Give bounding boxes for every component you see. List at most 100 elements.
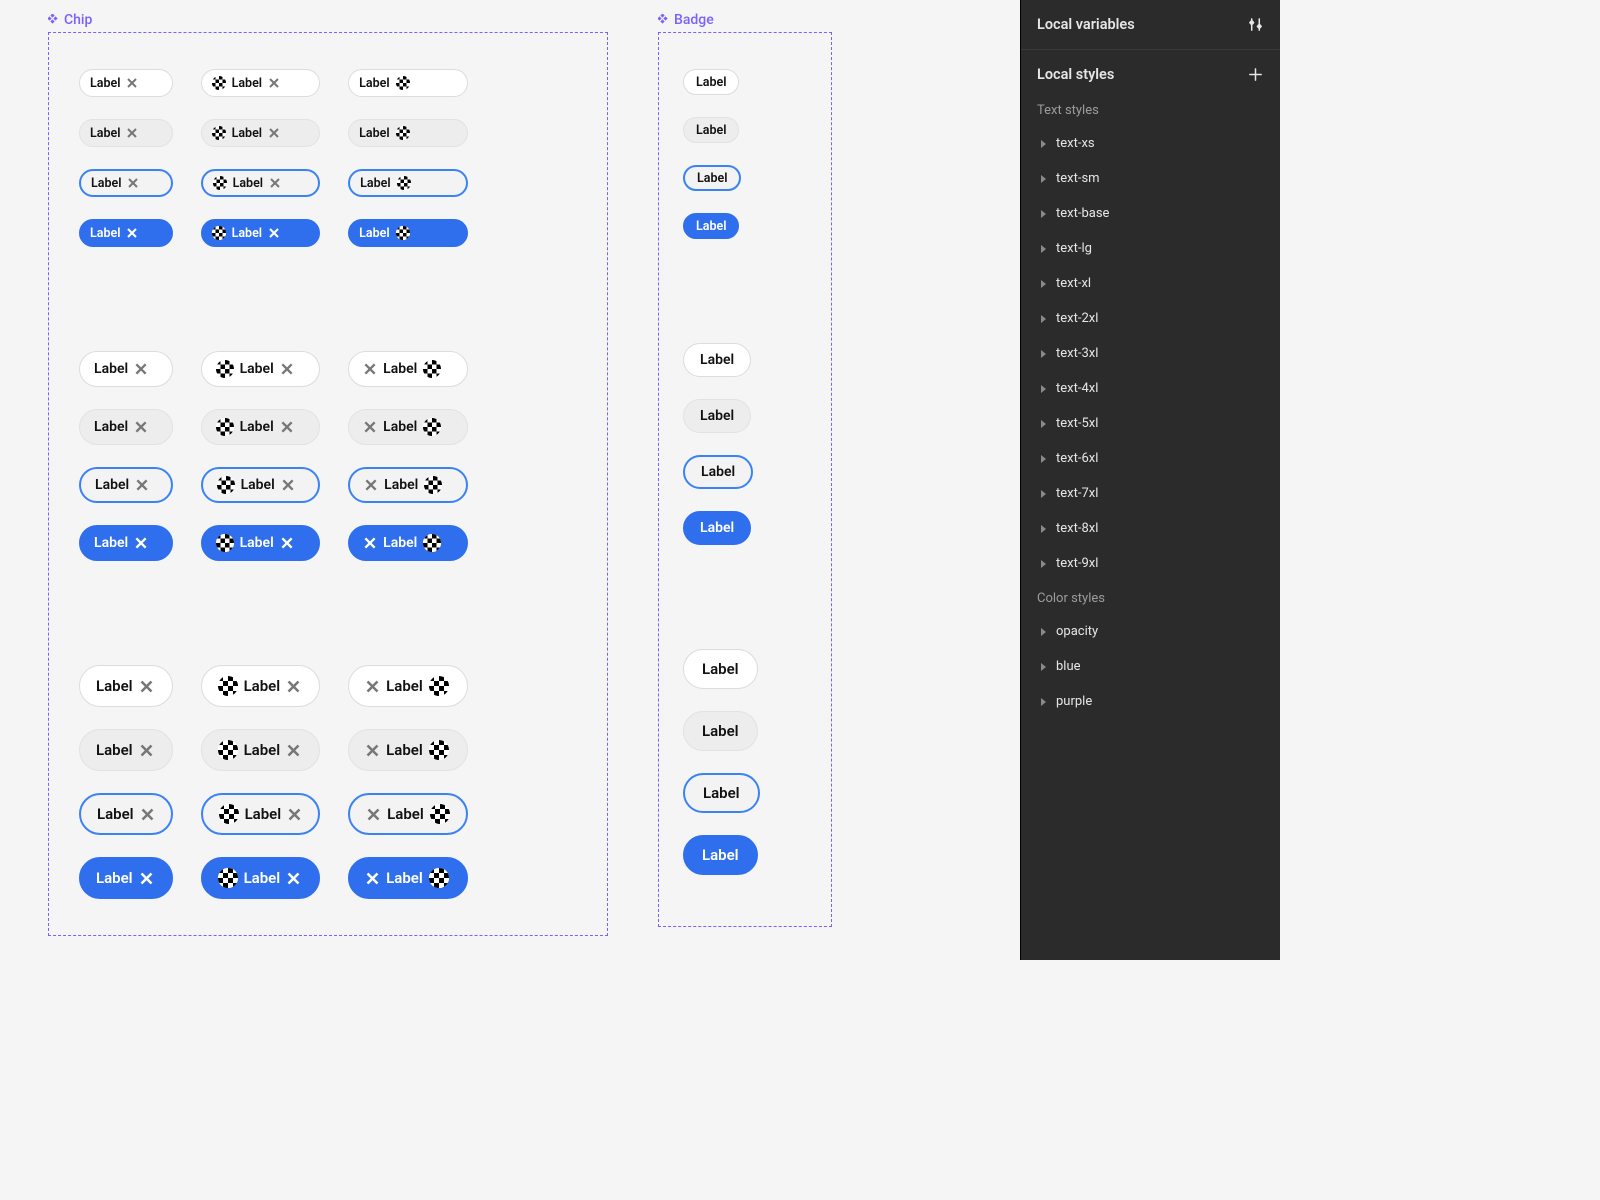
chip[interactable]: Label bbox=[201, 665, 321, 707]
chip[interactable]: Label bbox=[348, 351, 468, 387]
style-item-text-2xl[interactable]: text-2xl bbox=[1021, 301, 1280, 336]
style-item-text-3xl[interactable]: text-3xl bbox=[1021, 336, 1280, 371]
close-icon[interactable] bbox=[269, 177, 281, 189]
chip[interactable]: Label bbox=[201, 219, 321, 247]
chip[interactable]: Label bbox=[348, 793, 468, 835]
chip-frame-label[interactable]: Chip bbox=[48, 12, 608, 28]
badge[interactable]: Label bbox=[683, 343, 751, 377]
badge-frame[interactable]: Label Label Label Label Label Label Labe… bbox=[658, 32, 832, 927]
style-item-text-xl[interactable]: text-xl bbox=[1021, 266, 1280, 301]
chip[interactable]: Label bbox=[79, 857, 173, 899]
badge[interactable]: Label bbox=[683, 711, 758, 751]
chip[interactable]: Label bbox=[348, 665, 468, 707]
style-item-text-5xl[interactable]: text-5xl bbox=[1021, 406, 1280, 441]
chip[interactable]: Label bbox=[79, 665, 173, 707]
chip[interactable]: Label bbox=[348, 219, 468, 247]
chip[interactable]: Label bbox=[201, 409, 321, 445]
close-icon[interactable] bbox=[268, 127, 280, 139]
chip[interactable]: Label bbox=[348, 729, 468, 771]
chip[interactable]: Label bbox=[79, 467, 173, 503]
badge[interactable]: Label bbox=[683, 455, 753, 489]
close-icon[interactable] bbox=[363, 536, 377, 550]
chip[interactable]: Label bbox=[201, 525, 321, 561]
badge[interactable]: Label bbox=[683, 773, 760, 813]
style-item-text-sm[interactable]: text-sm bbox=[1021, 161, 1280, 196]
close-icon[interactable] bbox=[363, 362, 377, 376]
badge[interactable]: Label bbox=[683, 511, 751, 545]
chip[interactable]: Label bbox=[79, 351, 173, 387]
close-icon[interactable] bbox=[126, 227, 138, 239]
chip[interactable]: Label bbox=[348, 69, 468, 97]
chip[interactable]: Label bbox=[201, 69, 321, 97]
style-item-text-4xl[interactable]: text-4xl bbox=[1021, 371, 1280, 406]
style-item-text-xs[interactable]: text-xs bbox=[1021, 126, 1280, 161]
close-icon[interactable] bbox=[135, 478, 149, 492]
close-icon[interactable] bbox=[286, 871, 301, 886]
chip[interactable]: Label bbox=[201, 467, 321, 503]
chip[interactable]: Label bbox=[348, 119, 468, 147]
close-icon[interactable] bbox=[280, 536, 294, 550]
chip[interactable]: Label bbox=[348, 409, 468, 445]
style-item-text-base[interactable]: text-base bbox=[1021, 196, 1280, 231]
close-icon[interactable] bbox=[139, 871, 154, 886]
close-icon[interactable] bbox=[134, 536, 148, 550]
badge[interactable]: Label bbox=[683, 213, 739, 239]
close-icon[interactable] bbox=[139, 679, 154, 694]
chip[interactable]: Label bbox=[201, 729, 321, 771]
chip[interactable]: Label bbox=[79, 69, 173, 97]
chip[interactable]: Label bbox=[201, 119, 321, 147]
chip[interactable]: Label bbox=[348, 169, 468, 197]
canvas[interactable]: Chip Label Label Label Label Label Label… bbox=[0, 0, 1020, 960]
close-icon[interactable] bbox=[126, 127, 138, 139]
badge[interactable]: Label bbox=[683, 117, 739, 143]
style-item-text-6xl[interactable]: text-6xl bbox=[1021, 441, 1280, 476]
style-item-purple[interactable]: purple bbox=[1021, 684, 1280, 719]
chip[interactable]: Label bbox=[79, 525, 173, 561]
chip[interactable]: Label bbox=[201, 793, 321, 835]
chip[interactable]: Label bbox=[79, 119, 173, 147]
close-icon[interactable] bbox=[363, 420, 377, 434]
chip[interactable]: Label bbox=[79, 729, 173, 771]
chip-frame[interactable]: Label Label Label Label Label Label Labe… bbox=[48, 32, 608, 936]
close-icon[interactable] bbox=[139, 743, 154, 758]
chip[interactable]: Label bbox=[201, 857, 321, 899]
close-icon[interactable] bbox=[365, 871, 380, 886]
close-icon[interactable] bbox=[126, 77, 138, 89]
close-icon[interactable] bbox=[268, 77, 280, 89]
badge[interactable]: Label bbox=[683, 69, 739, 95]
badge[interactable]: Label bbox=[683, 835, 758, 875]
close-icon[interactable] bbox=[286, 743, 301, 758]
badge[interactable]: Label bbox=[683, 165, 741, 191]
chip[interactable]: Label bbox=[79, 169, 173, 197]
close-icon[interactable] bbox=[365, 679, 380, 694]
chip[interactable]: Label bbox=[79, 409, 173, 445]
close-icon[interactable] bbox=[140, 807, 155, 822]
chip[interactable]: Label bbox=[201, 351, 321, 387]
close-icon[interactable] bbox=[366, 807, 381, 822]
badge-frame-label[interactable]: Badge bbox=[658, 12, 832, 28]
close-icon[interactable] bbox=[127, 177, 139, 189]
badge[interactable]: Label bbox=[683, 649, 758, 689]
chip[interactable]: Label bbox=[79, 219, 173, 247]
close-icon[interactable] bbox=[280, 420, 294, 434]
style-item-opacity[interactable]: opacity bbox=[1021, 614, 1280, 649]
badge[interactable]: Label bbox=[683, 399, 751, 433]
close-icon[interactable] bbox=[134, 362, 148, 376]
chip[interactable]: Label bbox=[79, 793, 173, 835]
close-icon[interactable] bbox=[286, 679, 301, 694]
chip[interactable]: Label bbox=[348, 525, 468, 561]
style-item-text-7xl[interactable]: text-7xl bbox=[1021, 476, 1280, 511]
style-item-text-9xl[interactable]: text-9xl bbox=[1021, 546, 1280, 581]
close-icon[interactable] bbox=[287, 807, 302, 822]
style-item-text-8xl[interactable]: text-8xl bbox=[1021, 511, 1280, 546]
sliders-icon[interactable] bbox=[1247, 16, 1264, 33]
close-icon[interactable] bbox=[281, 478, 295, 492]
style-item-text-lg[interactable]: text-lg bbox=[1021, 231, 1280, 266]
local-variables-header[interactable]: Local variables bbox=[1021, 0, 1280, 50]
close-icon[interactable] bbox=[365, 743, 380, 758]
close-icon[interactable] bbox=[364, 478, 378, 492]
chip[interactable]: Label bbox=[348, 467, 468, 503]
chip[interactable]: Label bbox=[201, 169, 321, 197]
close-icon[interactable] bbox=[268, 227, 280, 239]
style-item-blue[interactable]: blue bbox=[1021, 649, 1280, 684]
